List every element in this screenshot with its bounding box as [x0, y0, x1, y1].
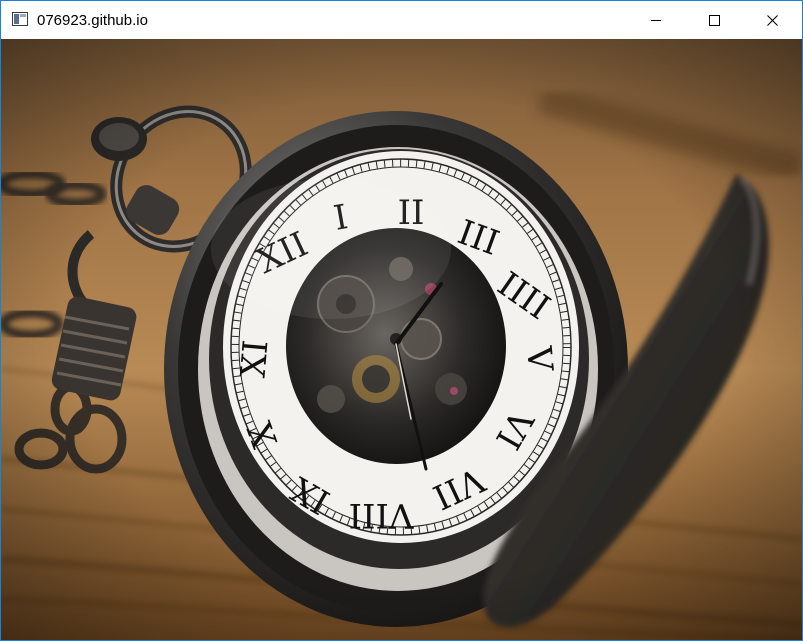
app-window: 076923.github.io [0, 0, 803, 641]
image-viewport: XII I II III IIII V VI VII VIII IX X XI [1, 39, 802, 640]
minimize-button[interactable] [627, 1, 685, 39]
maximize-button[interactable] [685, 1, 743, 39]
pocket-watch-image: XII I II III IIII V VI VII VIII IX X XI [1, 39, 802, 640]
vignette [1, 39, 802, 640]
title-bar[interactable]: 076923.github.io [1, 1, 802, 39]
maximize-icon [708, 14, 720, 26]
window-title: 076923.github.io [37, 12, 148, 29]
close-button[interactable] [743, 1, 801, 39]
close-icon [766, 14, 778, 26]
minimize-icon [651, 20, 661, 21]
app-window-icon [12, 12, 28, 26]
